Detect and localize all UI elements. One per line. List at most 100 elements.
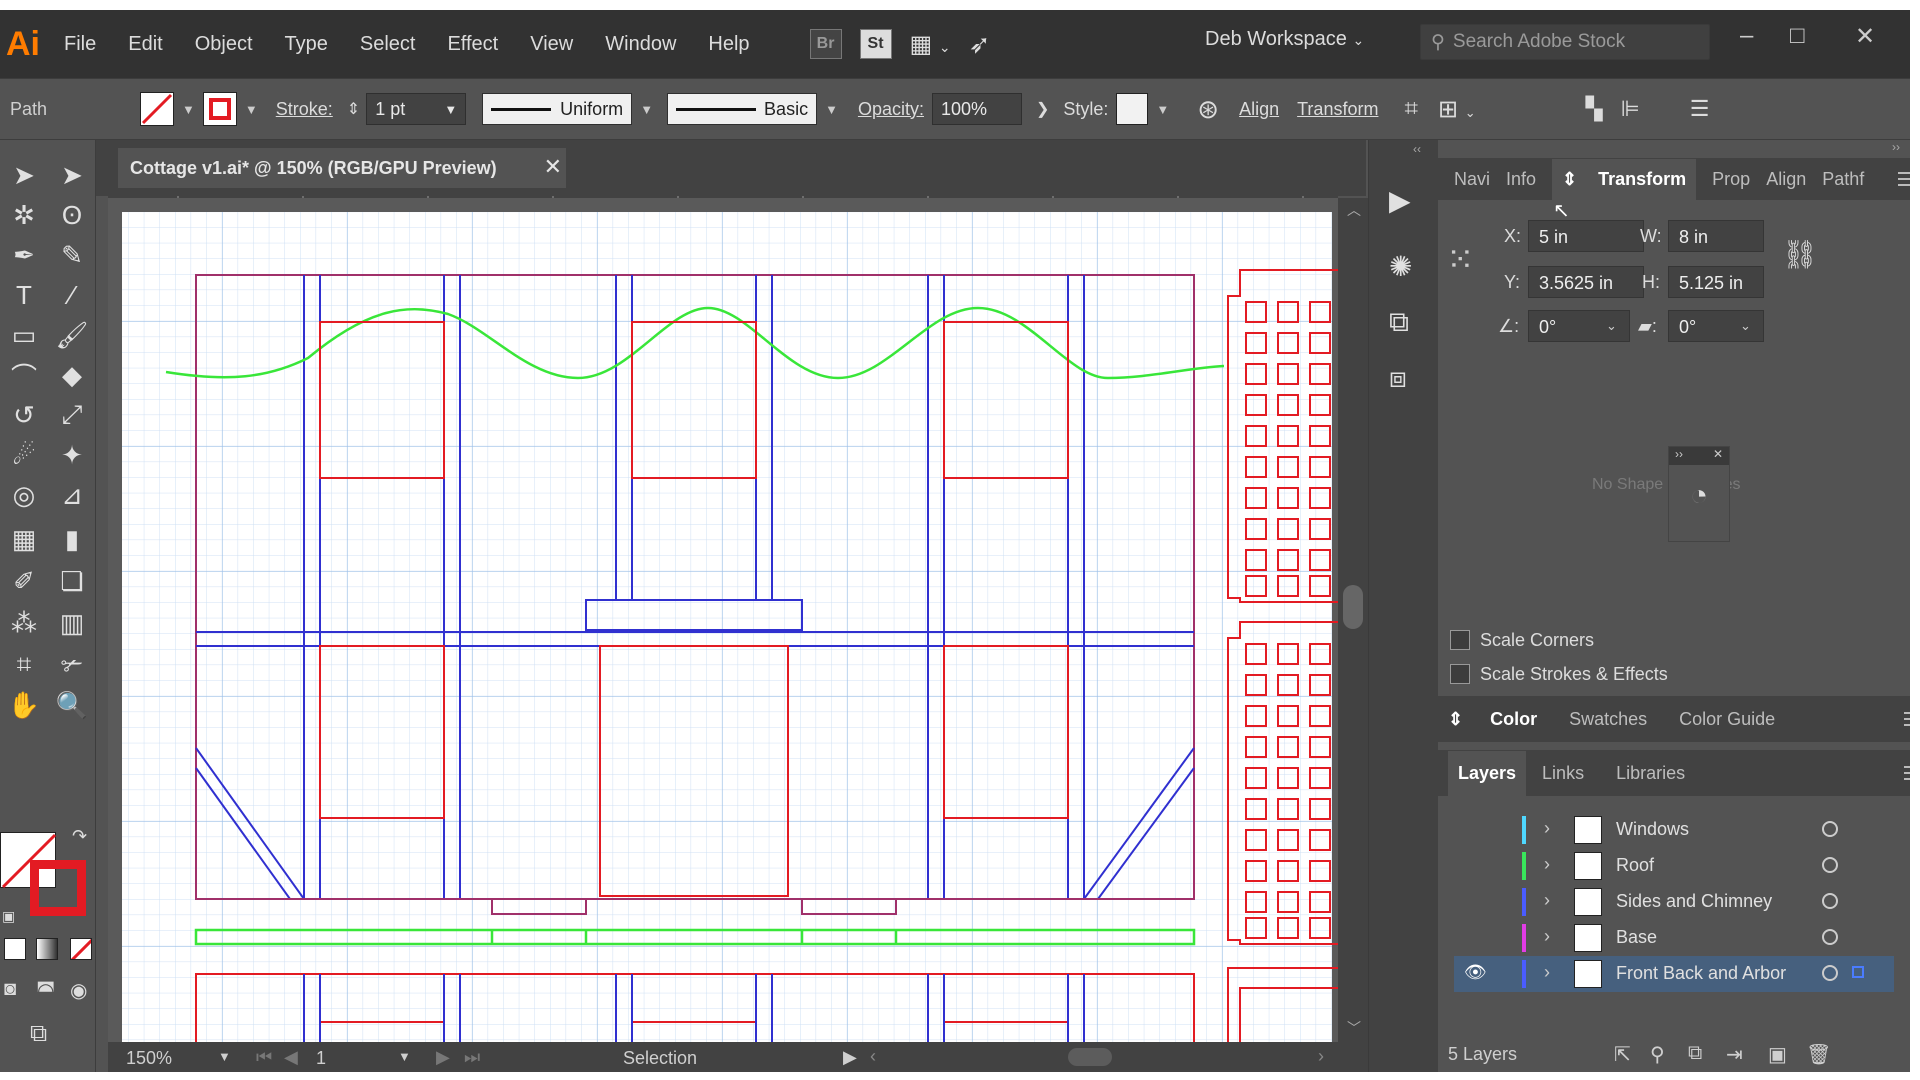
last-artboard-icon[interactable]: ⏭ bbox=[464, 1047, 480, 1068]
recolor-artwork-icon[interactable]: ⊛ bbox=[1197, 94, 1219, 125]
arrange-icon[interactable]: ▚ bbox=[1586, 96, 1603, 122]
pen-tool-icon[interactable]: ✒ bbox=[6, 238, 42, 272]
tab-swatches[interactable]: Swatches bbox=[1569, 709, 1647, 730]
h-input[interactable]: 5.125 in bbox=[1668, 266, 1764, 298]
transform-link[interactable]: Transform bbox=[1297, 99, 1378, 120]
stroke-swatch[interactable] bbox=[202, 92, 237, 126]
expand-panels-icon[interactable]: ›› bbox=[1892, 140, 1900, 154]
target-icon[interactable] bbox=[1822, 965, 1838, 981]
default-colors-icon[interactable]: ▣ bbox=[2, 908, 15, 925]
opacity-arrow-icon[interactable]: ❯ bbox=[1036, 99, 1049, 119]
stroke-color-swatch[interactable] bbox=[30, 860, 86, 916]
menu-select[interactable]: Select bbox=[360, 33, 416, 56]
graphic-style-swatch[interactable] bbox=[1116, 93, 1149, 125]
layer-row-selected[interactable]: 👁 › Front Back and Arbor bbox=[1454, 956, 1894, 992]
tab-transform[interactable]: ⇕ Transform bbox=[1552, 158, 1697, 200]
menu-file[interactable]: File bbox=[64, 33, 96, 56]
rotate-tool-icon[interactable]: ↺ bbox=[6, 398, 42, 432]
canvas[interactable] bbox=[108, 198, 1338, 1042]
graphic-styles-icon[interactable]: ⧈ bbox=[1389, 362, 1407, 395]
target-icon[interactable] bbox=[1822, 929, 1838, 945]
w-input[interactable]: 8 in bbox=[1668, 220, 1764, 252]
tab-layers[interactable]: Layers bbox=[1448, 750, 1527, 796]
layer-name[interactable]: Sides and Chimney bbox=[1616, 891, 1772, 912]
delete-layer-icon[interactable]: 🗑 bbox=[1806, 1042, 1831, 1067]
expand-layer-icon[interactable]: › bbox=[1544, 926, 1550, 947]
layer-row[interactable]: › Base bbox=[1454, 920, 1894, 956]
selection-tool-icon[interactable]: ➤ bbox=[6, 158, 42, 192]
line-tool-icon[interactable]: ⁄ bbox=[54, 278, 90, 312]
locate-object-icon[interactable]: ⚲ bbox=[1650, 1042, 1665, 1067]
swap-fill-stroke-icon[interactable]: ↷ bbox=[72, 826, 87, 847]
distribute-icon[interactable]: ⊫ bbox=[1621, 96, 1640, 122]
align-link[interactable]: Align bbox=[1239, 99, 1279, 120]
artboard-tool-icon[interactable]: ⌗ bbox=[6, 648, 42, 682]
opacity-label[interactable]: Opacity: bbox=[858, 99, 924, 120]
expand-layer-icon[interactable]: › bbox=[1544, 890, 1550, 911]
horizontal-scroll-thumb[interactable] bbox=[1068, 1048, 1112, 1066]
collapse-strip-icon[interactable]: ‹‹ bbox=[1413, 142, 1421, 156]
tab-libraries[interactable]: Libraries bbox=[1616, 763, 1685, 784]
clipping-mask-icon[interactable]: ⧉ bbox=[1688, 1042, 1702, 1065]
fill-dropdown-icon[interactable]: ▼ bbox=[182, 102, 195, 117]
menu-window[interactable]: Window bbox=[605, 33, 676, 56]
style-dropdown-icon[interactable]: ▼ bbox=[1156, 102, 1169, 117]
profile-dropdown-icon[interactable]: ▼ bbox=[640, 102, 653, 117]
tab-info[interactable]: Info bbox=[1506, 169, 1536, 190]
shaper-tool-icon[interactable]: ⌒ bbox=[6, 358, 42, 392]
menu-type[interactable]: Type bbox=[285, 33, 328, 56]
mini-panel-expand-icon[interactable]: ›› bbox=[1675, 447, 1683, 465]
reference-point-icon[interactable]: ⁙ bbox=[1446, 240, 1475, 280]
eraser-tool-icon[interactable]: ◆ bbox=[54, 358, 90, 392]
workspace-switcher[interactable]: Deb Workspace ⌄ bbox=[1205, 28, 1364, 51]
floating-mini-panel[interactable]: ›› ✕ ◔ bbox=[1668, 446, 1730, 542]
artboard-drawing[interactable] bbox=[108, 198, 1338, 1042]
shape-builder-tool-icon[interactable]: ◎ bbox=[6, 478, 42, 512]
screen-mode-icon[interactable]: ⧉ bbox=[30, 1020, 47, 1048]
layer-row[interactable]: › Sides and Chimney bbox=[1454, 884, 1894, 920]
magic-wand-tool-icon[interactable]: ✲ bbox=[6, 198, 42, 232]
menu-effect[interactable]: Effect bbox=[447, 33, 498, 56]
mesh-tool-icon[interactable]: ▦ bbox=[6, 522, 42, 556]
scroll-down-icon[interactable]: ﹀ bbox=[1347, 1018, 1361, 1038]
artboard-number[interactable]: 1 bbox=[316, 1048, 326, 1069]
status-menu-icon[interactable]: ▶ bbox=[843, 1047, 857, 1068]
mini-panel-header[interactable]: ›› ✕ bbox=[1669, 447, 1729, 465]
slice-tool-icon[interactable]: ✃ bbox=[54, 648, 90, 682]
blend-tool-icon[interactable]: ❏ bbox=[54, 564, 90, 598]
stock-button[interactable]: St bbox=[859, 29, 892, 59]
bridge-button[interactable]: Br bbox=[809, 29, 842, 59]
close-document-icon[interactable]: ✕ bbox=[544, 154, 562, 180]
layer-name[interactable]: Roof bbox=[1616, 855, 1654, 876]
menu-edit[interactable]: Edit bbox=[128, 33, 162, 56]
stroke-weight-input[interactable]: 1 pt ▼ bbox=[366, 93, 467, 125]
new-layer-icon[interactable]: ▣ bbox=[1768, 1042, 1787, 1067]
zoom-dropdown-icon[interactable]: ▼ bbox=[218, 1049, 231, 1064]
zoom-level[interactable]: 150% bbox=[126, 1048, 172, 1069]
eyedropper-tool-icon[interactable]: ✐ bbox=[6, 564, 42, 598]
lasso-tool-icon[interactable]: ʘ bbox=[54, 198, 90, 232]
tab-color[interactable]: ⇕ Color bbox=[1448, 709, 1537, 730]
control-menu-icon[interactable]: ☰ bbox=[1690, 96, 1710, 122]
tab-properties[interactable]: Prop bbox=[1712, 169, 1750, 190]
rotate-dropdown-icon[interactable]: ⌄ bbox=[1606, 318, 1617, 334]
opacity-input[interactable]: 100% bbox=[931, 93, 1022, 125]
tab-color-guide[interactable]: Color Guide bbox=[1679, 709, 1775, 730]
tab-links[interactable]: Links bbox=[1542, 763, 1584, 784]
shear-dropdown-icon[interactable]: ⌄ bbox=[1740, 318, 1751, 334]
gradient-tool-icon[interactable]: ▮ bbox=[54, 522, 90, 556]
layer-row[interactable]: › Windows bbox=[1454, 812, 1894, 848]
none-mode-icon[interactable] bbox=[70, 938, 92, 960]
new-sublayer-icon[interactable]: ⇥ bbox=[1726, 1042, 1743, 1067]
perspective-grid-tool-icon[interactable]: ⊿ bbox=[54, 478, 90, 512]
direct-selection-tool-icon[interactable]: ➤ bbox=[54, 158, 90, 192]
maximize-button[interactable]: □ bbox=[1790, 22, 1805, 50]
color-panel-menu-icon[interactable] bbox=[1904, 712, 1910, 726]
expand-layer-icon[interactable]: › bbox=[1544, 962, 1550, 983]
actions-play-icon[interactable]: ▶ bbox=[1389, 184, 1411, 217]
layer-name[interactable]: Front Back and Arbor bbox=[1616, 963, 1786, 984]
scale-tool-icon[interactable]: ⤢ bbox=[54, 398, 90, 432]
layer-name[interactable]: Windows bbox=[1616, 819, 1689, 840]
draw-behind-icon[interactable]: ◚ bbox=[36, 978, 55, 1003]
tab-pathfinder[interactable]: Pathf bbox=[1822, 169, 1864, 190]
